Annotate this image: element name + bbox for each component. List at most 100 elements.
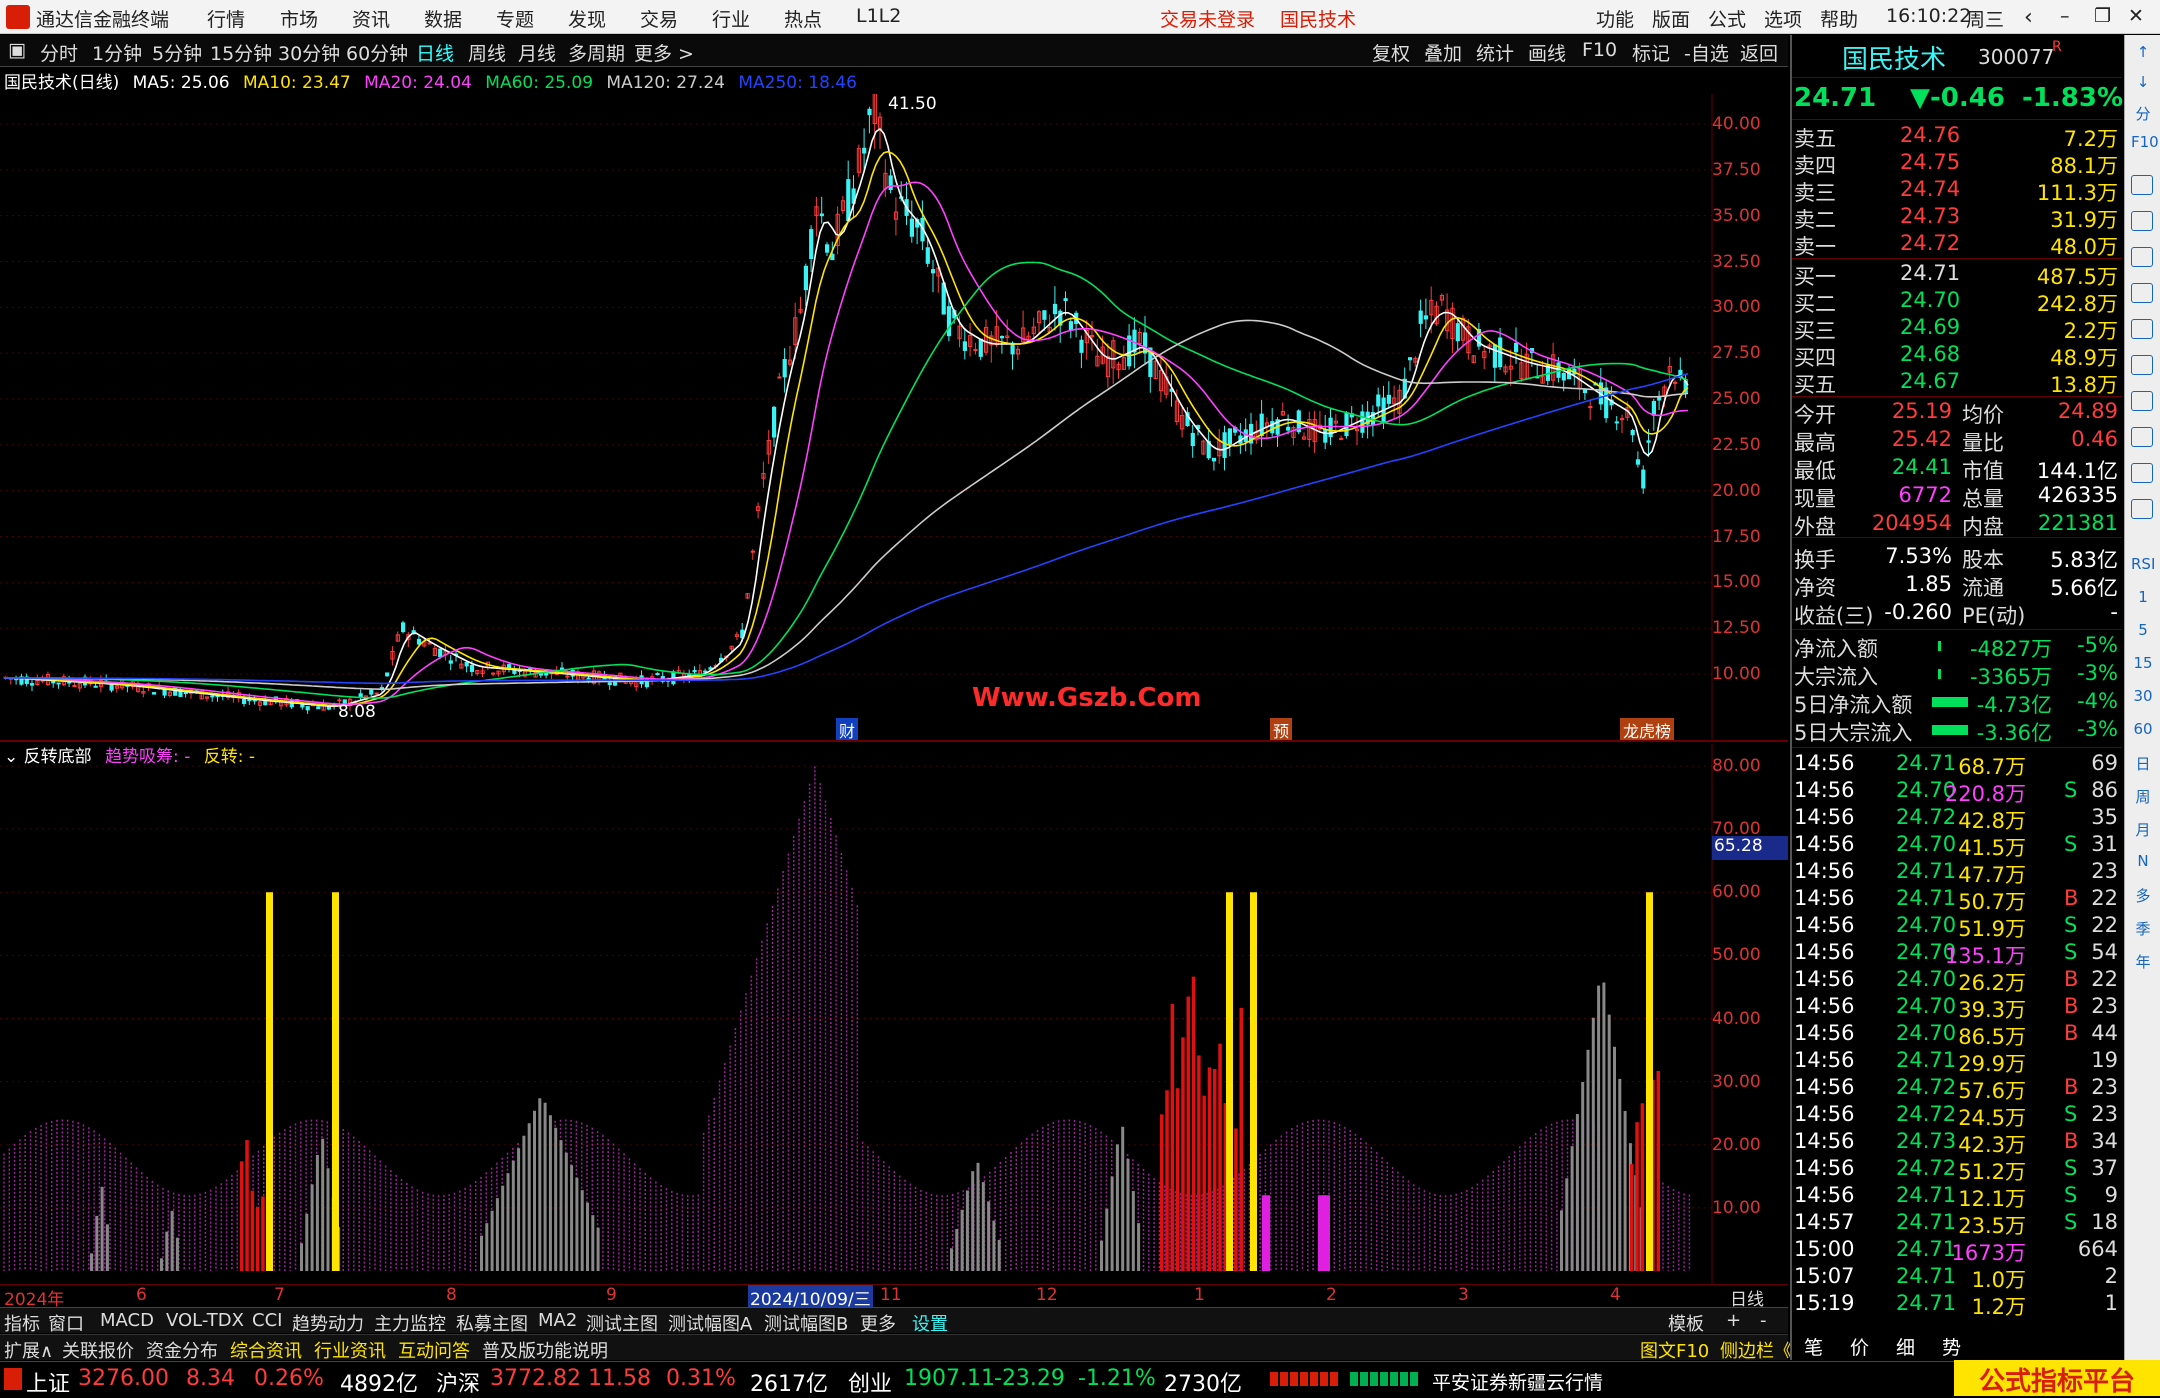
info-tab-1[interactable]: 关联报价 [62,1337,134,1363]
side-tool-3[interactable]: F10 [2131,133,2159,157]
tick-row[interactable]: 14:56 24.72 51.2万 S 37 [1792,1156,2122,1184]
info-tab-3[interactable]: 综合资讯 [230,1337,302,1363]
bid-row-3[interactable]: 买四 24.68 48.9万 [1792,342,2122,370]
period-30min[interactable]: 30分钟 [278,39,340,66]
menu-layout[interactable]: 版面 [1652,5,1690,32]
tool-overlay[interactable]: 叠加 [1424,39,1462,66]
side-tool-8[interactable]: 30 [2131,687,2155,711]
side-tool-icon[interactable] [2131,427,2153,447]
ask-row-3[interactable]: 卖二 24.73 31.9万 [1792,204,2122,232]
indicator-chart[interactable] [0,744,1788,1284]
tick-row[interactable]: 14:56 24.71 50.7万 B 22 [1792,886,2122,914]
tick-row[interactable]: 14:56 24.70 26.2万 B 22 [1792,967,2122,995]
tool-draw[interactable]: 画线 [1528,39,1566,66]
info-tab-6[interactable]: 普及版功能说明 [482,1337,608,1363]
tab-template-0[interactable]: 模板 [1668,1310,1704,1336]
side-tool-icon[interactable] [2131,463,2153,483]
period-multi[interactable]: 多周期 [568,39,625,66]
side-tool-9[interactable]: 60 [2131,720,2155,744]
bid-row-0[interactable]: 买一 24.71 487.5万 [1792,261,2122,289]
tool-return[interactable]: 返回 [1740,39,1778,66]
period-daily[interactable]: 日线 [416,39,454,66]
menu-formula[interactable]: 公式 [1708,5,1746,32]
cy-label[interactable]: 创业 [848,1366,892,1398]
period-1min[interactable]: 1分钟 [92,39,142,66]
period-5min[interactable]: 5分钟 [152,39,202,66]
tick-row[interactable]: 14:56 24.71 68.7万 69 [1792,751,2122,779]
menu-discover[interactable]: 发现 [568,5,606,32]
forecast-marker[interactable]: 预 [1270,718,1293,742]
menu-news[interactable]: 资讯 [352,5,390,32]
ask-row-1[interactable]: 卖四 24.75 88.1万 [1792,150,2122,178]
close-icon[interactable]: ✕ [2128,5,2144,27]
tick-row[interactable]: 15:19 24.71 1.2万 1 [1792,1291,2122,1319]
tick-row[interactable]: 14:56 24.72 42.8万 35 [1792,805,2122,833]
info-right-0[interactable]: 图文F10 [1640,1337,1709,1363]
period-monthly[interactable]: 月线 [518,39,556,66]
indicator-tab-12[interactable]: 更多 [860,1310,896,1336]
info-tab-4[interactable]: 行业资讯 [314,1337,386,1363]
menu-data[interactable]: 数据 [424,5,462,32]
bid-row-1[interactable]: 买二 24.70 242.8万 [1792,288,2122,316]
panel-toggle-icon[interactable]: ▣ [8,39,26,61]
ask-row-4[interactable]: 卖一 24.72 48.0万 [1792,231,2122,259]
menu-industry[interactable]: 行业 [712,5,750,32]
period-more[interactable]: 更多 > [634,39,694,66]
menu-trade[interactable]: 交易 [640,5,678,32]
tool-f10[interactable]: F10 [1582,39,1617,61]
restore-icon[interactable]: ❐ [2094,5,2111,27]
period-60min[interactable]: 60分钟 [346,39,408,66]
menu-hot[interactable]: 热点 [784,5,822,32]
tab-price[interactable]: 价 [1850,1333,1869,1360]
indicator-tab-1[interactable]: 窗口 [48,1310,84,1336]
tab-trend[interactable]: 势 [1942,1333,1961,1360]
tick-row[interactable]: 14:56 24.73 42.3万 B 34 [1792,1129,2122,1157]
side-tool-12[interactable]: 月 [2131,819,2155,843]
tab-template-1[interactable]: + [1726,1310,1741,1331]
back-icon[interactable]: ‹ [2024,5,2033,30]
indicator-tab-4[interactable]: CCI [252,1310,282,1331]
side-tool-icon[interactable] [2131,175,2153,195]
side-tool-10[interactable]: 日 [2131,753,2155,777]
hs-label[interactable]: 沪深 [436,1366,480,1398]
side-tool-0[interactable]: ↑ [2131,43,2155,67]
chart-divider[interactable] [0,740,1788,742]
side-tool-icon[interactable] [2131,211,2153,231]
info-tab-2[interactable]: 资金分布 [146,1337,218,1363]
tick-row[interactable]: 14:56 24.70 39.3万 B 23 [1792,994,2122,1022]
info-tab-0[interactable]: 扩展∧ [4,1337,53,1363]
indicator-tab-3[interactable]: VOL-TDX [166,1310,244,1331]
period-intraday[interactable]: 分时 [40,39,78,66]
sh-label[interactable]: 上证 [26,1366,70,1398]
side-tool-7[interactable]: 15 [2131,654,2155,678]
indicator-tab-9[interactable]: 测试主图 [586,1310,658,1336]
side-tool-13[interactable]: N [2131,852,2155,876]
ask-row-2[interactable]: 卖三 24.74 111.3万 [1792,177,2122,205]
indicator-tab-2[interactable]: MACD [100,1310,154,1331]
menu-topics[interactable]: 专题 [496,5,534,32]
indicator-tab-10[interactable]: 测试幅图A [668,1310,752,1336]
menu-options[interactable]: 选项 [1764,5,1802,32]
indicator-tab-5[interactable]: 趋势动力 [292,1310,364,1336]
tab-template-2[interactable]: - [1760,1310,1767,1331]
side-tool-icon[interactable] [2131,499,2153,519]
dragon-tiger-marker[interactable]: 龙虎榜 [1620,718,1675,742]
indicator-tab-8[interactable]: MA2 [538,1310,577,1331]
side-tool-16[interactable]: 年 [2131,951,2155,975]
side-tool-4[interactable]: RSI [2131,555,2155,579]
indicator-tab-6[interactable]: 主力监控 [374,1310,446,1336]
earnings-marker[interactable]: 财 [836,718,859,742]
menu-market[interactable]: 市场 [280,5,318,32]
side-tool-11[interactable]: 周 [2131,786,2155,810]
tick-row[interactable]: 14:56 24.72 57.6万 B 23 [1792,1075,2122,1103]
indicator-tab-7[interactable]: 私募主图 [456,1310,528,1336]
tab-trades[interactable]: 笔 [1804,1333,1823,1360]
menu-function[interactable]: 功能 [1596,5,1634,32]
tick-row[interactable]: 14:56 24.70 41.5万 S 31 [1792,832,2122,860]
tick-row[interactable]: 14:56 24.71 47.7万 23 [1792,859,2122,887]
ask-row-0[interactable]: 卖五 24.76 7.2万 [1792,123,2122,151]
trade-login-status[interactable]: 交易未登录 [1160,5,1255,32]
menu-l1l2[interactable]: L1L2 [856,5,901,27]
side-tool-5[interactable]: 1 [2131,588,2155,612]
tick-row[interactable]: 15:07 24.71 1.0万 2 [1792,1264,2122,1292]
